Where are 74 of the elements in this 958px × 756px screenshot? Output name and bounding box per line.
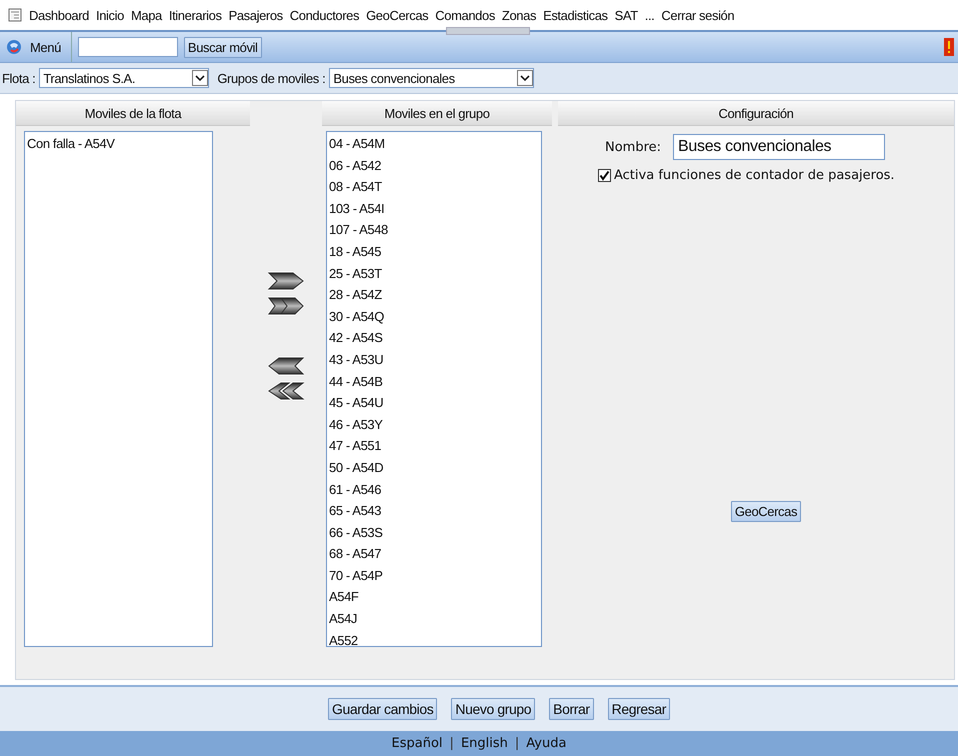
field-label: Nombre: [605,140,662,154]
list-item[interactable]: 68 - A547 [329,543,539,565]
caret-icon [517,70,534,86]
list-item[interactable]: A552 [329,630,539,652]
separator: | [448,736,455,751]
chevron-right-icon[interactable] [267,271,305,291]
list-item[interactable]: Con falla - A54V [27,133,210,155]
page-icon [8,8,22,22]
menu-link[interactable]: Zonas [502,8,536,22]
collapse-handle[interactable] [446,27,530,35]
column-header: Moviles en el grupo [322,101,552,126]
footer-link[interactable]: English [460,736,508,751]
list-item[interactable]: A54J [329,608,539,630]
menu-link[interactable]: Pasajeros [228,8,283,22]
filter-label: Flota : [2,70,36,86]
menu-link[interactable]: ... [644,8,654,22]
list-item[interactable]: 103 - A54I [329,198,539,220]
menu-link[interactable]: Dashboard [29,8,89,22]
globe-icon [6,39,22,55]
action-button[interactable]: Nuevo grupo [451,698,536,720]
menu-link[interactable]: Inicio [96,8,124,22]
geocercas-button[interactable]: GeoCercas [730,501,802,522]
list-item[interactable]: 08 - A54T [329,176,539,198]
double-chevron-left-icon[interactable] [267,381,305,401]
menu-link[interactable]: Mapa [130,8,162,22]
footer-link[interactable]: Español [392,736,443,751]
list-item[interactable]: 45 - A54U [329,392,539,414]
list-item[interactable]: 70 - A54P [329,564,539,586]
name-field[interactable]: Buses convencionales [673,134,886,160]
list-item[interactable]: 28 - A54Z [329,284,539,306]
list-item[interactable]: 50 - A54D [329,456,539,478]
list-item[interactable]: 65 - A543 [329,500,539,522]
vehicle-list[interactable]: Con falla - A54V [24,131,213,647]
menu-link[interactable]: Estadisticas [543,8,608,22]
menu-link[interactable]: Itinerarios [168,8,222,22]
filter-label: Grupos de moviles : [217,70,326,86]
menu-link[interactable]: Comandos [435,8,495,22]
dropdown[interactable]: Buses convencionales [329,68,534,88]
list-item[interactable]: 30 - A54Q [329,306,539,328]
action-button[interactable]: Guardar cambios [328,698,438,720]
footer-link[interactable]: Ayuda [526,736,566,751]
separator: | [514,736,520,751]
list-item[interactable]: 46 - A53Y [329,414,539,436]
menu-link[interactable]: Conductores [290,8,360,22]
list-item[interactable]: 06 - A542 [329,154,539,176]
menu-link[interactable]: Cerrar sesión [661,8,734,22]
menu-button[interactable]: Menú [4,32,72,62]
list-item[interactable]: A54F [329,586,539,608]
list-item[interactable]: 61 - A546 [329,478,539,500]
alert-icon [944,38,954,56]
list-item[interactable]: 04 - A54M [329,133,539,155]
double-chevron-right-icon[interactable] [267,296,305,316]
list-item[interactable]: 44 - A54B [329,370,539,392]
list-item[interactable]: 66 - A53S [329,522,539,544]
menu-link[interactable]: SAT [614,8,638,22]
action-button[interactable]: Regresar [608,698,670,720]
list-item[interactable]: 47 - A551 [329,435,539,457]
checkbox-label: Activa funciones de contador de pasajeros. [614,168,895,183]
list-item[interactable]: 107 - A548 [329,219,539,241]
action-button[interactable]: Borrar [549,698,594,720]
list-item[interactable]: 25 - A53T [329,262,539,284]
column-header: Configuración [558,101,954,126]
column-header: Moviles de la flota [16,101,250,126]
list-item[interactable]: 18 - A545 [329,240,539,263]
caret-icon [192,70,208,86]
search-field[interactable] [78,37,178,57]
dropdown[interactable]: Translatinos S.A. [39,68,210,88]
search-button[interactable]: Buscar móvil [184,36,262,58]
list-item[interactable]: 42 - A54S [329,327,539,349]
checkbox[interactable] [598,169,611,182]
chevron-left-icon[interactable] [267,356,305,376]
list-item[interactable]: 43 - A53U [329,348,539,371]
menu-link[interactable]: GeoCercas [366,8,428,22]
vehicle-list[interactable] [326,131,542,647]
